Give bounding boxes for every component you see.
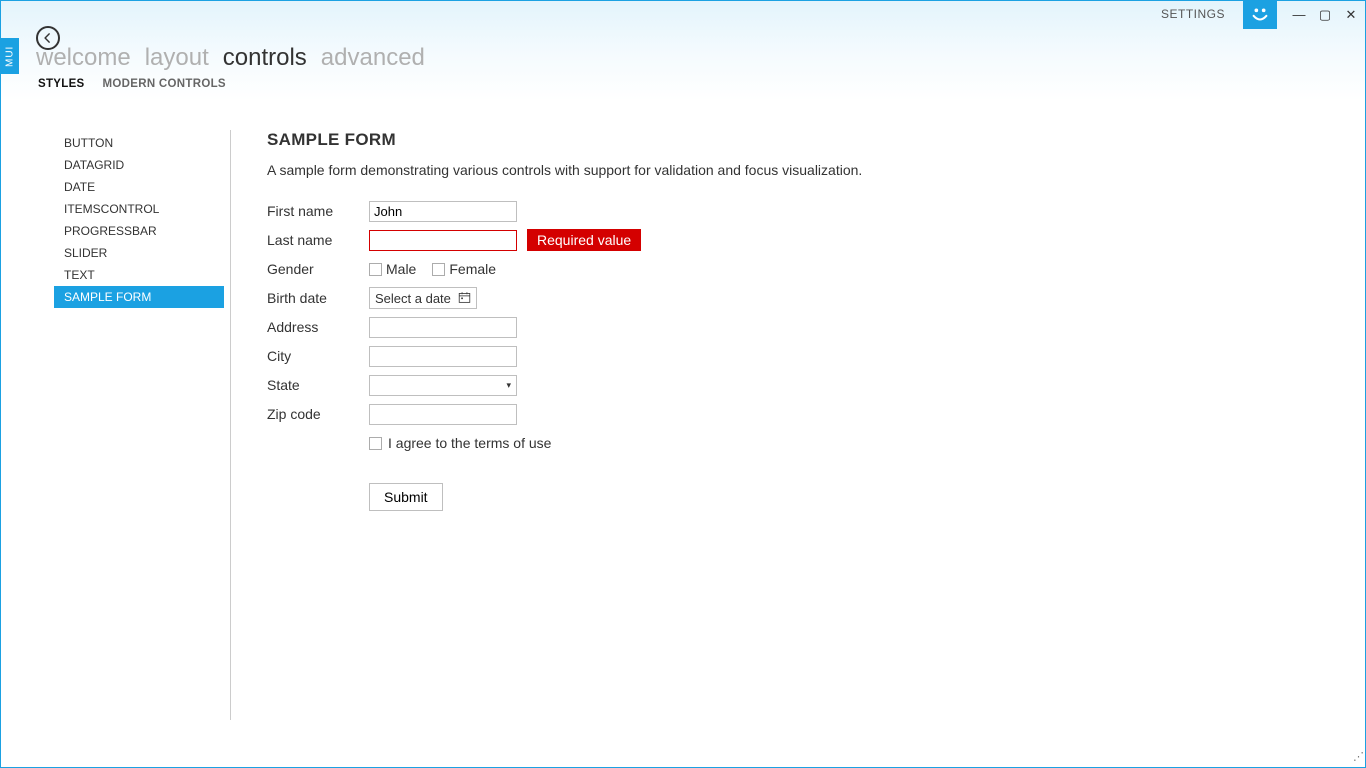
row-address: Address	[267, 316, 1346, 338]
main-nav: welcome layout controls advanced	[36, 44, 425, 72]
label-first-name: First name	[267, 203, 369, 219]
subnav-styles[interactable]: STYLES	[38, 78, 85, 90]
label-address: Address	[267, 319, 369, 335]
combo-state[interactable]: ▾	[369, 375, 517, 396]
radio-female[interactable]	[432, 263, 445, 276]
form-panel: SAMPLE FORM A sample form demonstrating …	[267, 130, 1346, 748]
titlebar: SETTINGS — ▢ ✕	[1, 1, 1365, 27]
error-last-name: Required value	[527, 229, 641, 251]
form-description: A sample form demonstrating various cont…	[267, 162, 1346, 178]
chevron-down-icon: ▾	[506, 380, 511, 391]
nav-advanced[interactable]: advanced	[321, 44, 425, 72]
maximize-button[interactable]: ▢	[1317, 8, 1333, 21]
label-zip: Zip code	[267, 406, 369, 422]
vertical-divider	[230, 130, 231, 720]
content-area: BUTTON DATAGRID DATE ITEMSCONTROL PROGRE…	[54, 130, 1346, 748]
row-gender: Gender Male Female	[267, 258, 1346, 280]
row-last-name: Last name Required value	[267, 229, 1346, 251]
minimize-button[interactable]: —	[1291, 8, 1307, 21]
sidebar-item-date[interactable]: DATE	[54, 176, 224, 198]
nav-layout[interactable]: layout	[145, 44, 209, 72]
sidebar-item-sample-form[interactable]: SAMPLE FORM	[54, 286, 224, 308]
close-button[interactable]: ✕	[1343, 8, 1359, 21]
sub-nav: STYLES MODERN CONTROLS	[38, 78, 226, 90]
input-zip[interactable]	[369, 404, 517, 425]
settings-link[interactable]: SETTINGS	[1153, 7, 1233, 21]
sidebar-item-slider[interactable]: SLIDER	[54, 242, 224, 264]
input-first-name[interactable]	[369, 201, 517, 222]
radio-male-label: Male	[386, 261, 416, 277]
date-placeholder: Select a date	[375, 291, 451, 306]
row-first-name: First name	[267, 200, 1346, 222]
sidebar-item-itemscontrol[interactable]: ITEMSCONTROL	[54, 198, 224, 220]
resize-grip[interactable]: ⋰	[1350, 752, 1364, 766]
nav-welcome[interactable]: welcome	[36, 44, 131, 72]
date-picker[interactable]: Select a date	[369, 287, 477, 309]
subnav-modern-controls[interactable]: MODERN CONTROLS	[103, 78, 226, 90]
sidebar-item-text[interactable]: TEXT	[54, 264, 224, 286]
row-state: State ▾	[267, 374, 1346, 396]
terms-label: I agree to the terms of use	[388, 435, 551, 451]
checkbox-terms[interactable]	[369, 437, 382, 450]
label-city: City	[267, 348, 369, 364]
app-logo	[1243, 0, 1277, 29]
sidebar-item-datagrid[interactable]: DATAGRID	[54, 154, 224, 176]
radio-female-label: Female	[449, 261, 496, 277]
label-last-name: Last name	[267, 232, 369, 248]
side-tab-mui[interactable]: MUI	[1, 38, 19, 74]
submit-button[interactable]: Submit	[369, 483, 443, 511]
form-title: SAMPLE FORM	[267, 130, 1346, 150]
radio-male[interactable]	[369, 263, 382, 276]
row-terms: I agree to the terms of use	[267, 432, 1346, 454]
row-birth-date: Birth date Select a date	[267, 287, 1346, 309]
calendar-icon	[458, 291, 471, 306]
label-birth-date: Birth date	[267, 290, 369, 306]
label-gender: Gender	[267, 261, 369, 277]
row-zip: Zip code	[267, 403, 1346, 425]
input-address[interactable]	[369, 317, 517, 338]
label-state: State	[267, 377, 369, 393]
sidebar-item-progressbar[interactable]: PROGRESSBAR	[54, 220, 224, 242]
row-city: City	[267, 345, 1346, 367]
nav-controls[interactable]: controls	[223, 44, 307, 72]
sidebar: BUTTON DATAGRID DATE ITEMSCONTROL PROGRE…	[54, 130, 224, 748]
input-last-name[interactable]	[369, 230, 517, 251]
window-controls: — ▢ ✕	[1287, 8, 1359, 21]
sidebar-item-button[interactable]: BUTTON	[54, 132, 224, 154]
input-city[interactable]	[369, 346, 517, 367]
